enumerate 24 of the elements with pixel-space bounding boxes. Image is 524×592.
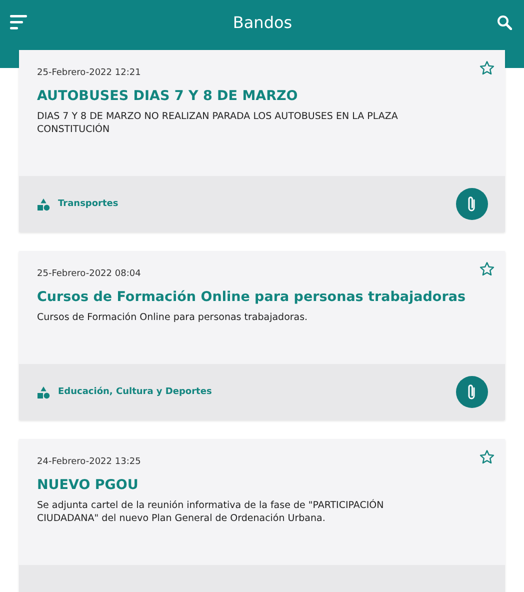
notice-title: Cursos de Formación Online para personas trabajadoras xyxy=(37,289,467,305)
star-icon[interactable] xyxy=(479,60,495,76)
category-label: Educación, Cultura y Deportes xyxy=(58,387,212,397)
star-icon[interactable] xyxy=(479,261,495,277)
app-title: Bandos xyxy=(232,12,292,32)
notice-date: 25-Febrero-2022 12:21 xyxy=(37,68,142,78)
menu-icon[interactable] xyxy=(10,14,28,30)
shapes-icon xyxy=(37,198,50,210)
notice-card[interactable]: 25-Febrero-2022 12:21 AUTOBUSES DIAS 7 Y 8 DE MARZO DIAS 7 Y 8 DE MARZO NO REALIZAN PARADA LOS AUTOBUSES EN LA PLAZA CONSTITUCIÓN Transportes xyxy=(19,50,505,232)
search-icon[interactable] xyxy=(496,14,512,30)
notice-title: NUEVO PGOU xyxy=(37,477,140,493)
notice-date: 25-Febrero-2022 08:04 xyxy=(37,269,142,279)
attachment-button[interactable] xyxy=(456,188,488,220)
notice-card[interactable]: 24-Febrero-2022 13:25 NUEVO PGOU Se adjunta cartel de la reunión informativa de la fase de "PARTICIPACIÓN CIUDADANA" del nuevo Plan General de Ordenación Urbana. xyxy=(19,439,505,592)
notice-card[interactable]: 25-Febrero-2022 08:04 Cursos de Formación Online para personas trabajadoras Cursos de Formación Online para personas trabajadoras. Educación, Cultura y Deportes xyxy=(19,251,505,420)
attachment-button[interactable] xyxy=(456,376,488,408)
notice-date: 24-Febrero-2022 13:25 xyxy=(37,457,142,467)
shapes-icon xyxy=(37,386,50,398)
notice-text: Se adjunta cartel de la reunión informativa de la fase de "PARTICIPACIÓN CIUDADANA" del nuevo Plan General de Ordenación Urbana. xyxy=(37,499,385,525)
star-icon[interactable] xyxy=(479,449,495,465)
notice-text: Cursos de Formación Online para personas trabajadoras. xyxy=(37,311,309,324)
notice-title: AUTOBUSES DIAS 7 Y 8 DE MARZO xyxy=(37,88,299,104)
category-label: Transportes xyxy=(58,199,118,209)
notice-text: DIAS 7 Y 8 DE MARZO NO REALIZAN PARADA LOS AUTOBUSES EN LA PLAZA CONSTITUCIÓN xyxy=(37,110,399,136)
